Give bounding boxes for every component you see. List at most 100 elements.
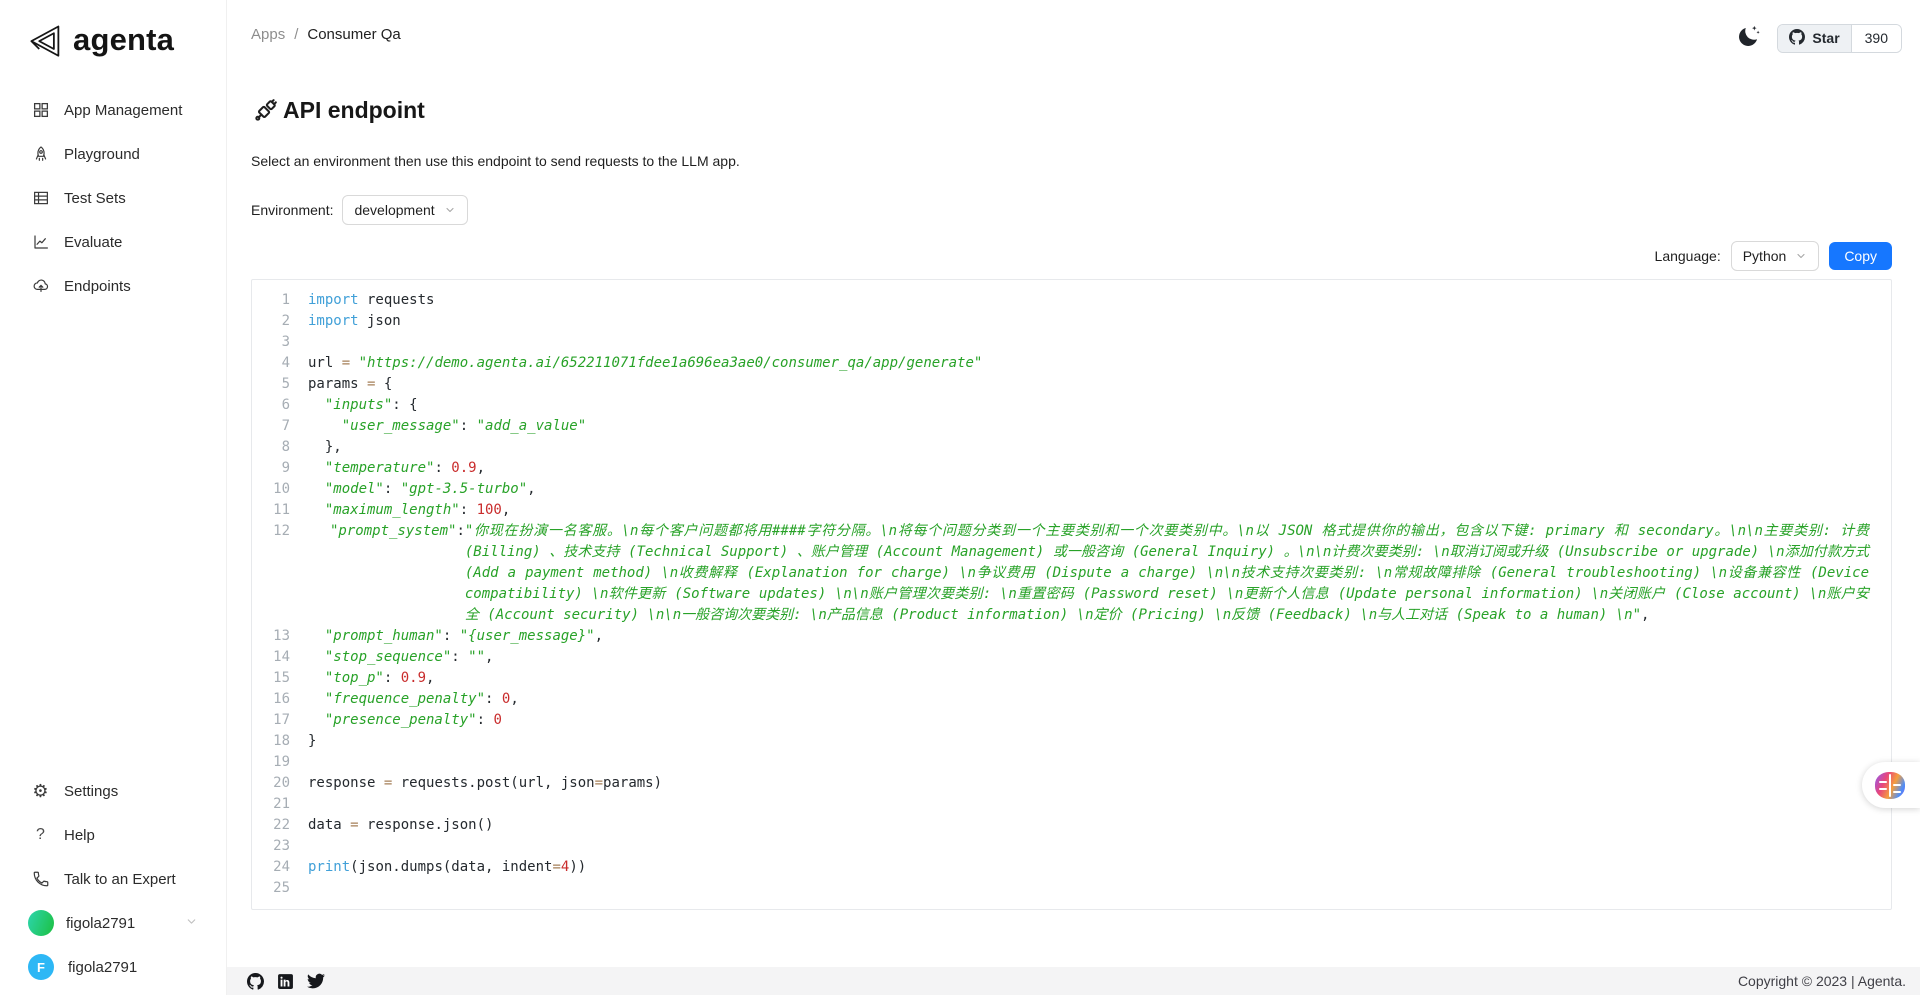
sidebar-bottom: ⚙ Settings ? Help Talk to an Expert figo… <box>0 769 226 989</box>
code-text <box>308 878 1891 899</box>
chevron-down-icon <box>1795 250 1807 262</box>
sidebar-item-help[interactable]: ? Help <box>0 813 226 857</box>
code-text: } <box>308 731 1891 752</box>
code-line-1: 1import requests <box>252 290 1891 311</box>
github-star-left[interactable]: Star <box>1778 25 1851 52</box>
environment-label: Environment: <box>251 202 333 218</box>
workspace-avatar <box>28 910 54 936</box>
language-label: Language: <box>1655 248 1721 264</box>
code-text: "model": "gpt-3.5-turbo", <box>308 479 1891 500</box>
api-icon <box>251 96 280 125</box>
code-text: response = requests.post(url, json=param… <box>308 773 1891 794</box>
language-select[interactable]: Python <box>1731 241 1820 271</box>
code-line-16: 16 "frequence_penalty": 0, <box>252 689 1891 710</box>
sidebar-item-label: Evaluate <box>64 234 122 251</box>
line-number: 14 <box>252 647 308 668</box>
code-line-18: 18} <box>252 731 1891 752</box>
line-number: 9 <box>252 458 308 479</box>
github-link[interactable] <box>247 973 264 990</box>
ai-assistant-widget[interactable] <box>1862 762 1920 808</box>
github-star-label: Star <box>1812 30 1839 46</box>
user-profile[interactable]: F figola2791 <box>0 945 226 989</box>
github-star-count[interactable]: 390 <box>1852 25 1901 52</box>
line-number: 11 <box>252 500 308 521</box>
phone-icon <box>31 870 50 889</box>
code-line-25: 25 <box>252 878 1891 899</box>
line-number: 1 <box>252 290 308 311</box>
code-text: "maximum_length": 100, <box>308 500 1891 521</box>
footer-social-links <box>247 972 325 990</box>
breadcrumb-apps[interactable]: Apps <box>251 26 285 43</box>
page-title: API endpoint <box>251 96 1892 125</box>
code-text: "inputs": { <box>308 395 1891 416</box>
sidebar-item-playground[interactable]: Playground <box>0 132 226 176</box>
agenta-logo[interactable]: agenta <box>0 22 226 58</box>
line-number: 17 <box>252 710 308 731</box>
code-line-8: 8 }, <box>252 437 1891 458</box>
line-number: 23 <box>252 836 308 857</box>
line-number: 15 <box>252 668 308 689</box>
code-line-13: 13 "prompt_human": "{user_message}", <box>252 626 1891 647</box>
sidebar-item-label: App Management <box>64 102 182 119</box>
table-icon <box>31 189 50 208</box>
dark-mode-toggle[interactable] <box>1736 22 1761 54</box>
line-number: 7 <box>252 416 308 437</box>
moon-icon <box>1736 24 1761 54</box>
line-number: 20 <box>252 773 308 794</box>
line-number: 18 <box>252 731 308 752</box>
code-line-10: 10 "model": "gpt-3.5-turbo", <box>252 479 1891 500</box>
page-title-text: API endpoint <box>283 97 425 124</box>
line-number: 5 <box>252 374 308 395</box>
code-line-22: 22data = response.json() <box>252 815 1891 836</box>
code-line-3: 3 <box>252 332 1891 353</box>
code-text: "temperature": 0.9, <box>308 458 1891 479</box>
line-number: 4 <box>252 353 308 374</box>
user-avatar: F <box>28 954 54 980</box>
line-number: 24 <box>252 857 308 878</box>
workspace-selector[interactable]: figola2791 <box>0 901 226 945</box>
code-text: print(json.dumps(data, indent=4)) <box>308 857 1891 878</box>
language-value: Python <box>1743 248 1787 264</box>
sidebar-item-endpoints[interactable]: Endpoints <box>0 264 226 308</box>
code-text: "user_message": "add_a_value" <box>308 416 1891 437</box>
github-star-button[interactable]: Star 390 <box>1777 24 1902 53</box>
linkedin-link[interactable] <box>277 973 294 990</box>
code-line-17: 17 "presence_penalty": 0 <box>252 710 1891 731</box>
page: { "sidebar": { "logo_text": "agenta", "i… <box>0 0 1920 995</box>
code-text: "frequence_penalty": 0, <box>308 689 1891 710</box>
sidebar-item-test-sets[interactable]: Test Sets <box>0 176 226 220</box>
breadcrumb: Apps / Consumer Qa <box>251 22 401 43</box>
code-line-7: 7 "user_message": "add_a_value" <box>252 416 1891 437</box>
sidebar: agenta App Management Playground Test S <box>0 0 227 995</box>
code-text: data = response.json() <box>308 815 1891 836</box>
code-line-15: 15 "top_p": 0.9, <box>252 668 1891 689</box>
chevron-down-icon <box>444 204 456 216</box>
sidebar-item-label: Help <box>64 827 95 844</box>
copy-button[interactable]: Copy <box>1829 242 1892 270</box>
sidebar-item-settings[interactable]: ⚙ Settings <box>0 769 226 813</box>
code-line-2: 2import json <box>252 311 1891 332</box>
code-line-14: 14 "stop_sequence": "", <box>252 647 1891 668</box>
line-number: 21 <box>252 794 308 815</box>
environment-row: Environment: development <box>251 195 1892 225</box>
sidebar-item-talk-to-expert[interactable]: Talk to an Expert <box>0 857 226 901</box>
agenta-logo-text: agenta <box>73 22 174 58</box>
line-number: 22 <box>252 815 308 836</box>
rocket-icon <box>31 145 50 164</box>
line-chart-icon <box>31 233 50 252</box>
cloud-upload-icon <box>31 277 50 296</box>
code-text: params = { <box>308 374 1891 395</box>
brain-icon <box>1875 772 1905 799</box>
code-text: "presence_penalty": 0 <box>308 710 1891 731</box>
code-line-21: 21 <box>252 794 1891 815</box>
environment-select[interactable]: development <box>342 195 467 225</box>
code-line-11: 11 "maximum_length": 100, <box>252 500 1891 521</box>
line-number: 2 <box>252 311 308 332</box>
sidebar-item-app-management[interactable]: App Management <box>0 88 226 132</box>
code-line-19: 19 <box>252 752 1891 773</box>
code-line-4: 4url = "https://demo.agenta.ai/652211071… <box>252 353 1891 374</box>
sidebar-item-evaluate[interactable]: Evaluate <box>0 220 226 264</box>
line-number: 12 <box>252 521 308 626</box>
twitter-link[interactable] <box>307 972 325 990</box>
page-content: API endpoint Select an environment then … <box>227 54 1920 967</box>
